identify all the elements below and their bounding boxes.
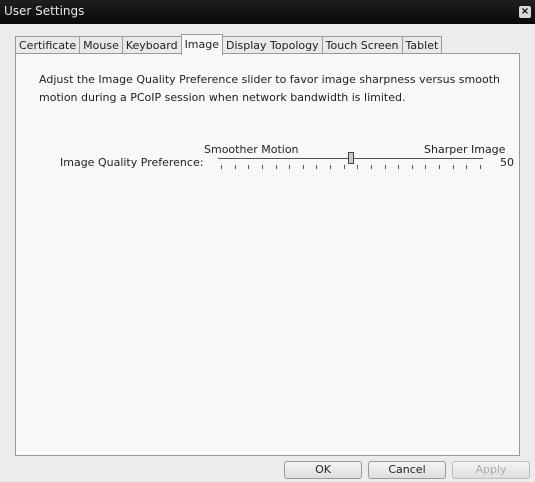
close-button[interactable]: × xyxy=(519,6,531,18)
slider-tick xyxy=(262,165,263,169)
image-quality-slider[interactable] xyxy=(218,151,483,171)
slider-tick xyxy=(303,165,304,169)
ok-button[interactable]: OK xyxy=(284,461,362,479)
slider-tick xyxy=(344,165,345,169)
slider-tick xyxy=(453,165,454,169)
slider-tick xyxy=(398,165,399,169)
apply-button[interactable]: Apply xyxy=(452,461,530,479)
slider-tick xyxy=(412,165,413,169)
window-title: User Settings xyxy=(4,4,85,18)
slider-tick xyxy=(316,165,317,169)
image-settings-panel: Adjust the Image Quality Preference slid… xyxy=(15,53,520,456)
slider-tick xyxy=(371,165,372,169)
slider-tick xyxy=(439,165,440,169)
image-quality-preference-label: Image Quality Preference: xyxy=(60,156,204,169)
cancel-button[interactable]: Cancel xyxy=(368,461,446,479)
slider-tick xyxy=(466,165,467,169)
title-bar[interactable]: User Settings × xyxy=(0,0,535,24)
slider-tick xyxy=(221,165,222,169)
slider-tick xyxy=(385,165,386,169)
slider-value: 50 xyxy=(500,156,514,169)
tab-bar: Certificate Mouse Keyboard Image Display… xyxy=(15,34,443,55)
slider-tick xyxy=(248,165,249,169)
slider-tick xyxy=(330,165,331,169)
slider-thumb[interactable] xyxy=(348,152,354,164)
user-settings-dialog: User Settings × Certificate Mouse Keyboa… xyxy=(0,0,535,482)
slider-tick xyxy=(357,165,358,169)
slider-tick xyxy=(480,165,481,169)
slider-tick xyxy=(235,165,236,169)
image-quality-description: Adjust the Image Quality Preference slid… xyxy=(39,73,500,104)
slider-tick xyxy=(425,165,426,169)
close-icon: × xyxy=(520,6,530,17)
slider-tick xyxy=(276,165,277,169)
tab-image[interactable]: Image xyxy=(180,34,224,55)
slider-tick xyxy=(289,165,290,169)
